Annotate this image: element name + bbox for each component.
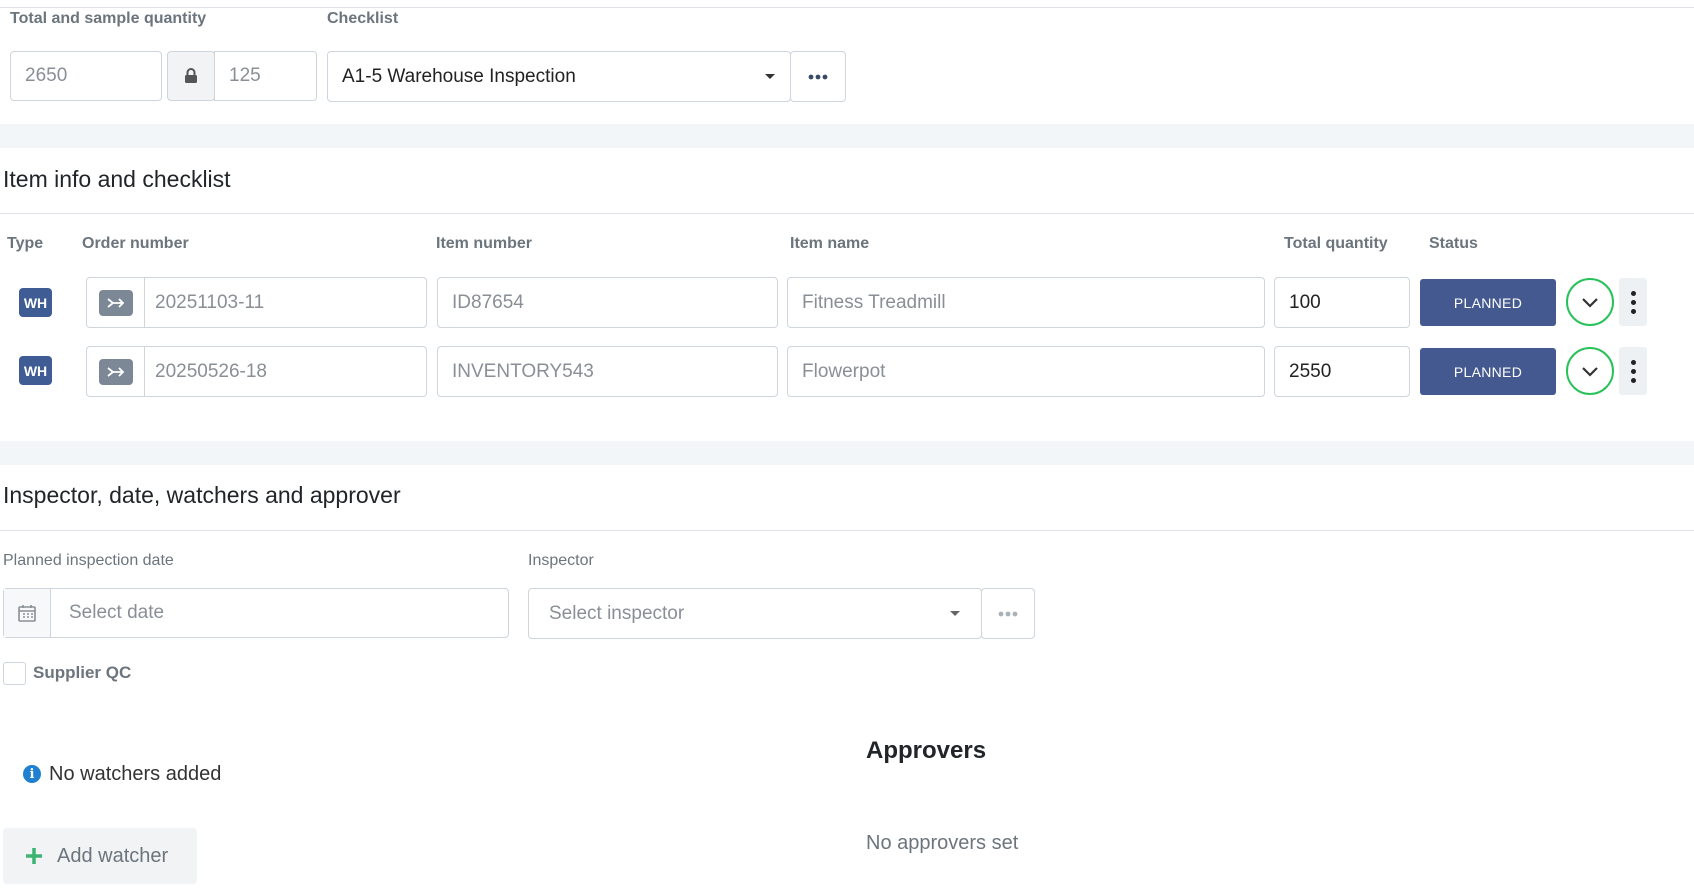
checklist-select[interactable]: A1-5 Warehouse Inspection: [327, 51, 791, 102]
calendar-button[interactable]: [4, 589, 51, 637]
kebab-icon: [1630, 359, 1636, 365]
total-quantity-input[interactable]: 2550: [1274, 346, 1410, 397]
order-link-button[interactable]: [99, 290, 133, 316]
header-status: Status: [1429, 235, 1478, 252]
item-number-value: INVENTORY543: [452, 360, 594, 382]
more-horizontal-icon: [998, 611, 1018, 616]
item-number-field[interactable]: ID87654: [437, 277, 778, 328]
approvers-empty-text: No approvers set: [866, 832, 1019, 854]
total-quantity-input[interactable]: 100: [1274, 277, 1410, 328]
items-section-title: Item info and checklist: [3, 166, 231, 192]
item-name-value: Fitness Treadmill: [802, 291, 946, 313]
plus-icon: [26, 848, 42, 864]
lock-toggle[interactable]: [167, 51, 215, 101]
total-quantity-value: 2650: [25, 65, 68, 86]
order-number-value: 20251103-11: [155, 291, 265, 313]
row-quantity-value: 2550: [1289, 360, 1332, 382]
item-name-field[interactable]: Fitness Treadmill: [787, 277, 1265, 328]
inspector-placeholder: Select inspector: [549, 602, 685, 624]
status-button[interactable]: PLANNED: [1420, 348, 1556, 395]
item-number-field[interactable]: INVENTORY543: [437, 346, 778, 397]
info-icon: i: [23, 765, 41, 783]
add-watcher-button[interactable]: Add watcher: [3, 828, 197, 884]
arrow-right-icon: [107, 367, 125, 377]
kebab-icon: [1630, 290, 1636, 296]
section-separator: [0, 124, 1694, 148]
inspector-title-divider: [0, 530, 1694, 531]
type-badge: WH: [19, 356, 52, 385]
date-placeholder: Select date: [69, 602, 165, 623]
row-quantity-value: 100: [1289, 291, 1321, 313]
header-order-number: Order number: [82, 235, 189, 252]
sample-quantity-value: 125: [229, 65, 261, 86]
add-watcher-label: Add watcher: [57, 844, 169, 867]
more-horizontal-icon: [808, 74, 828, 79]
item-name-field[interactable]: Flowerpot: [787, 346, 1265, 397]
order-number-value: 20250526-18: [155, 360, 267, 382]
date-label: Planned inspection date: [3, 552, 174, 569]
type-badge: WH: [19, 288, 52, 317]
checklist-more-button[interactable]: [790, 51, 846, 102]
order-link-button[interactable]: [99, 359, 133, 385]
approvers-title: Approvers: [866, 737, 987, 764]
checklist-label: Checklist: [327, 10, 399, 27]
order-number-field[interactable]: 20251103-11: [86, 277, 427, 328]
header-item-number: Item number: [436, 235, 533, 252]
quantity-label: Total and sample quantity: [10, 10, 207, 27]
supplier-qc-label: Supplier QC: [33, 663, 132, 682]
chevron-down-icon: [1582, 297, 1598, 308]
items-title-divider: [0, 213, 1694, 214]
item-number-value: ID87654: [452, 291, 524, 313]
supplier-qc-checkbox[interactable]: [3, 662, 26, 685]
status-button[interactable]: PLANNED: [1420, 279, 1556, 326]
watchers-empty-text: No watchers added: [49, 763, 222, 785]
inspector-more-button[interactable]: [981, 588, 1035, 639]
arrow-right-icon: [107, 298, 125, 308]
top-divider: [0, 7, 1694, 8]
checklist-value: A1-5 Warehouse Inspection: [342, 65, 576, 87]
row-menu-button[interactable]: [1619, 347, 1647, 395]
lock-icon: [185, 68, 197, 83]
calendar-icon: [18, 605, 36, 622]
expand-row-button[interactable]: [1566, 278, 1614, 326]
section-separator: [0, 441, 1694, 465]
header-type: Type: [7, 235, 44, 252]
sample-quantity-field[interactable]: 125: [214, 51, 317, 101]
row-menu-button[interactable]: [1619, 278, 1647, 326]
item-name-value: Flowerpot: [802, 360, 886, 382]
header-item-name: Item name: [790, 235, 870, 252]
inspector-section-title: Inspector, date, watchers and approver: [3, 482, 401, 508]
expand-row-button[interactable]: [1566, 347, 1614, 395]
chevron-down-icon: [1582, 366, 1598, 377]
inspector-label: Inspector: [528, 552, 594, 569]
caret-down-icon: [765, 73, 775, 79]
date-picker[interactable]: Select date: [3, 588, 509, 638]
order-number-field[interactable]: 20250526-18: [86, 346, 427, 397]
header-total-quantity: Total quantity: [1284, 235, 1388, 252]
caret-down-icon: [950, 610, 960, 616]
inspector-select[interactable]: Select inspector: [528, 588, 982, 639]
total-quantity-field[interactable]: 2650: [10, 51, 162, 101]
